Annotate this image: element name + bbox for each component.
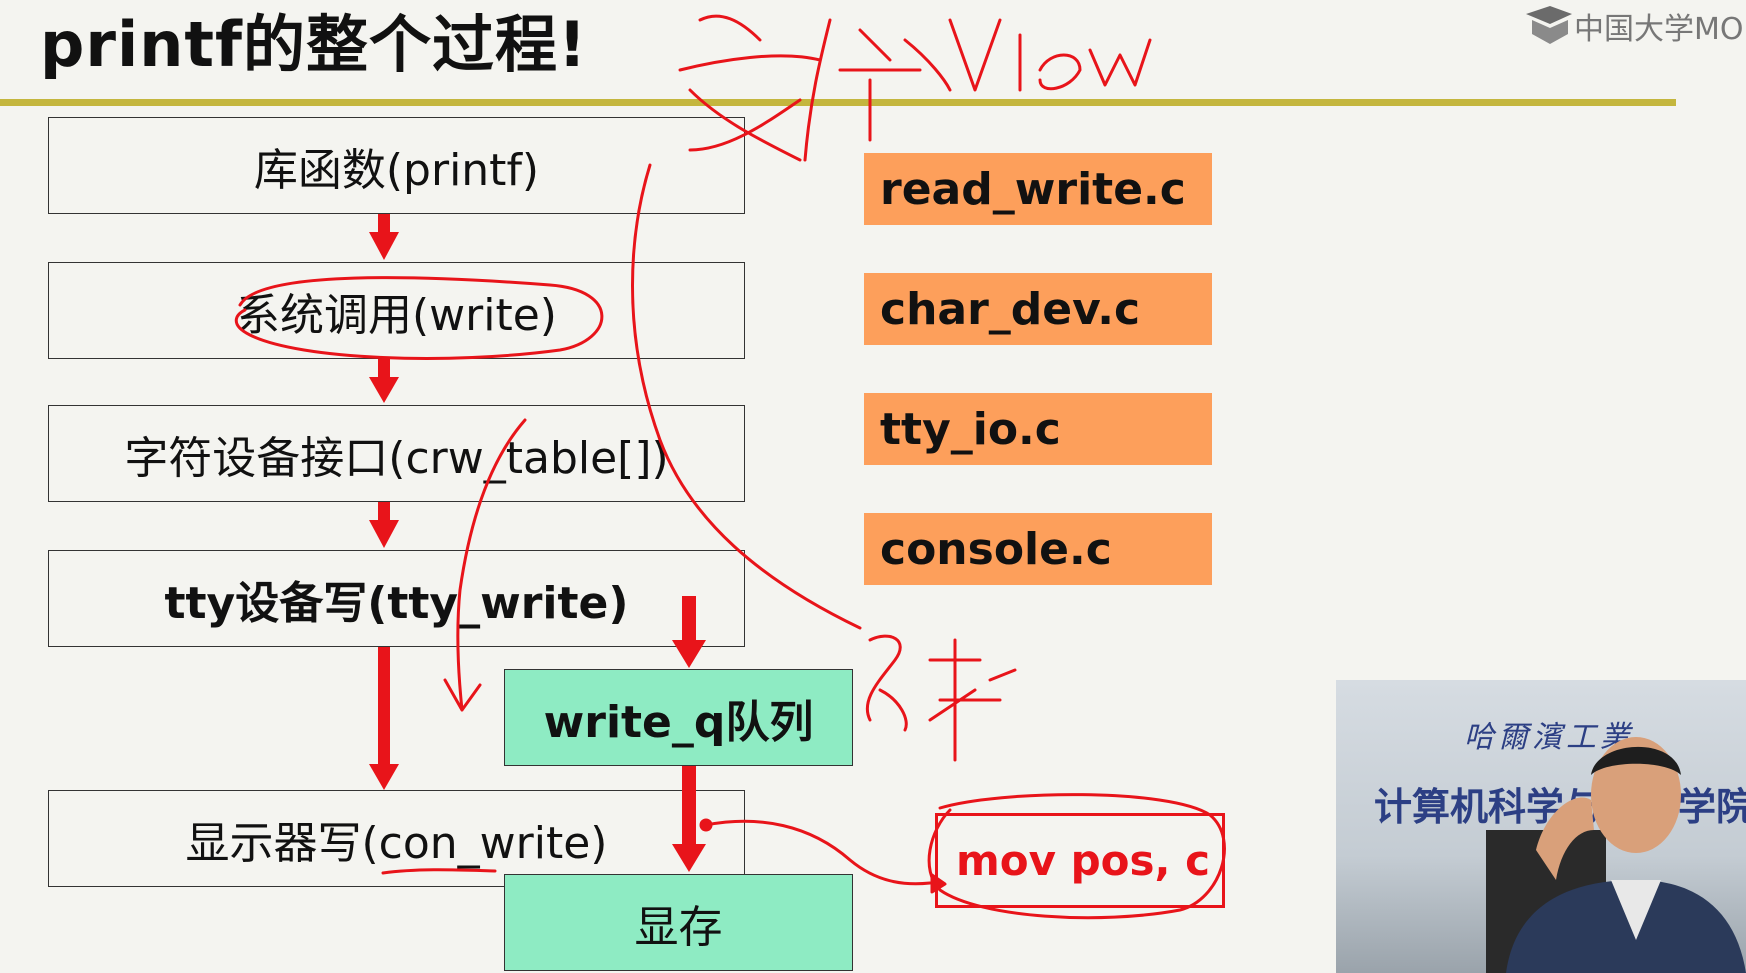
arrow-head-tty-to-conwrite [369, 764, 399, 790]
arrow-head-chardev-to-tty [369, 520, 399, 548]
arrow-library-to-syscall [378, 214, 390, 234]
presenter-video: 哈爾濱工業 计算机科学与技术学院 [1336, 680, 1746, 973]
vram-to-mov-arrow-dot [699, 818, 713, 832]
arrow-head-into-writeq [672, 640, 706, 668]
handwriting-wenjian-view [678, 14, 1152, 162]
driver-curve [631, 163, 862, 630]
arrow-syscall-to-chardev [378, 359, 390, 379]
syscall-circle [234, 276, 604, 360]
arrow-head-syscall-to-chardev [369, 377, 399, 403]
tty-squiggle [443, 418, 527, 712]
presenter-figure-icon [1486, 737, 1746, 973]
arrow-into-writeq [682, 596, 696, 642]
arrow-head-library-to-syscall [369, 232, 399, 260]
con-underline [381, 868, 497, 875]
arrow-tty-to-conwrite [378, 647, 390, 765]
arrow-head-writeq-to-vram [672, 844, 706, 872]
arrow-chardev-to-tty [378, 502, 390, 522]
vram-to-mov-arrow [704, 819, 932, 886]
handwriting-qudong [865, 634, 1017, 762]
arrow-writeq-to-vram [682, 766, 696, 846]
mov-circle [927, 793, 1226, 920]
